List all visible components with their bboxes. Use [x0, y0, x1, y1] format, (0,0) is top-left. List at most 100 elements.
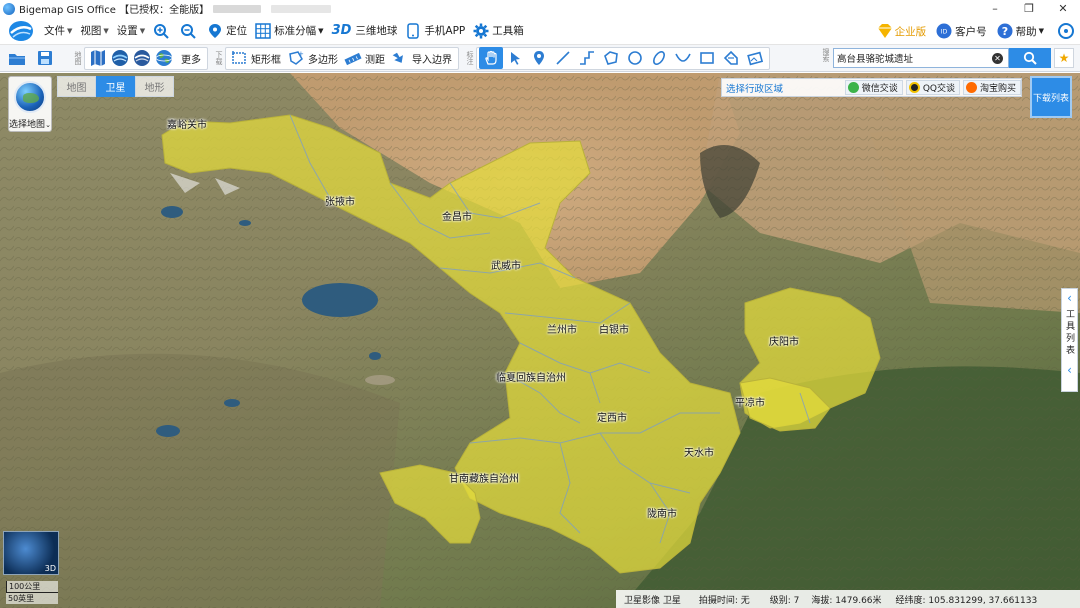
chevron-left-icon: ‹	[1067, 291, 1072, 305]
earth-icon	[155, 50, 173, 66]
select-map-button[interactable]: 选择地图⌄	[8, 76, 52, 132]
menu-view[interactable]: 视图 ▼	[80, 23, 108, 38]
download-list-button[interactable]: 下载列表	[1030, 76, 1072, 118]
pan-tool-button[interactable]	[479, 47, 503, 69]
save-button[interactable]	[34, 47, 56, 69]
qq-chat-button[interactable]: QQ交谈	[905, 80, 960, 95]
image-tool-button[interactable]	[743, 47, 767, 69]
favorite-button[interactable]: ★	[1054, 48, 1074, 68]
circle-tool-button[interactable]	[623, 47, 647, 69]
basemap-globe-3-button[interactable]	[153, 47, 175, 69]
search-button[interactable]	[1009, 48, 1051, 68]
city-label-dingxi[interactable]: 定西市	[597, 409, 627, 424]
taobao-buy-button[interactable]: 淘宝购买	[962, 80, 1021, 95]
select-region-button[interactable]: 选择行政区域	[726, 81, 842, 95]
label-tool-button[interactable]	[719, 47, 743, 69]
line-icon	[556, 51, 570, 65]
minimize-button[interactable]: –	[978, 0, 1012, 17]
basemap-globe-1-button[interactable]	[109, 47, 131, 69]
maximize-button[interactable]: ❐	[1012, 0, 1046, 17]
measure-button[interactable]: 测距	[365, 51, 385, 66]
mark-group-label: 标注	[466, 51, 474, 65]
basemap-group: 更多	[84, 46, 208, 70]
zoom-level: 级别: 7	[769, 595, 800, 606]
basemap-layers-button[interactable]	[87, 47, 109, 69]
city-label-longnan[interactable]: 陇南市	[647, 505, 677, 520]
phone-icon	[405, 22, 421, 39]
3d-globe-toggle[interactable]: 3D	[3, 531, 59, 575]
ellipse-tool-button[interactable]	[647, 47, 671, 69]
hand-icon	[485, 50, 497, 65]
polyline-tool-button[interactable]	[575, 47, 599, 69]
help-button[interactable]: ? 帮助 ▼	[997, 23, 1044, 39]
import-boundary-button[interactable]: 导入边界	[412, 51, 452, 66]
city-label-linxia[interactable]: 临夏回族自治州	[496, 369, 566, 384]
rect-frame-icon	[228, 47, 250, 69]
city-label-qingyang[interactable]: 庆阳市	[769, 333, 799, 348]
search-icon	[1023, 51, 1037, 65]
city-label-wuwei[interactable]: 武威市	[491, 257, 521, 272]
city-label-zhangye[interactable]: 张掖市	[325, 193, 355, 208]
circle-icon	[628, 51, 642, 65]
satellite-imagery[interactable]	[0, 73, 1080, 608]
more-basemaps-button[interactable]: 更多	[181, 51, 201, 66]
ellipse-icon	[653, 51, 665, 65]
tab-terrain[interactable]: 地形	[135, 76, 174, 97]
location-pin-icon	[207, 23, 223, 39]
close-button[interactable]: ✕	[1046, 0, 1080, 17]
locate-label: 定位	[226, 25, 248, 37]
locate-button[interactable]: 定位	[207, 23, 247, 39]
basemap-globe-2-button[interactable]	[131, 47, 153, 69]
zoom-out-button[interactable]	[180, 23, 199, 39]
wechat-chat-button[interactable]: 微信交谈	[844, 80, 903, 95]
rect-frame-button[interactable]: 矩形框	[251, 51, 281, 66]
download-group: 矩形框 + 多边形 测距 导入边界	[225, 46, 459, 70]
city-label-pingliang[interactable]: 平凉市	[735, 394, 765, 409]
tab-satellite[interactable]: 卫星	[96, 76, 135, 97]
scale-km: 100公里	[6, 581, 58, 593]
crosshair-icon[interactable]	[1058, 23, 1074, 39]
menu-settings-label: 设置	[116, 25, 138, 37]
tab-map[interactable]: 地图	[57, 76, 96, 97]
select-tool-button[interactable]	[503, 47, 527, 69]
map-canvas[interactable]: 嘉峪关市 张掖市 金昌市 武威市 兰州市 白银市 庆阳市 临夏回族自治州 平凉市…	[0, 73, 1080, 608]
toolbox-button[interactable]: 工具箱	[473, 23, 524, 39]
grid-button[interactable]: 标准分幅 ▼	[255, 22, 324, 39]
wechat-icon	[847, 82, 859, 93]
folder-icon	[9, 53, 25, 65]
city-label-gannan[interactable]: 甘南藏族自治州	[449, 470, 519, 485]
chevron-down-icon: ▼	[67, 26, 73, 35]
zoom-in-button[interactable]	[153, 23, 172, 39]
zoom-out-icon	[180, 23, 196, 39]
city-label-lanzhou[interactable]: 兰州市	[547, 321, 577, 336]
enterprise-button[interactable]: 企业版	[876, 23, 926, 39]
search-group-label: 搜索	[822, 48, 830, 62]
menu-settings[interactable]: 设置 ▼	[117, 23, 145, 38]
customer-button[interactable]: ID 客户号	[936, 23, 987, 39]
polygon-button[interactable]: 多边形	[308, 51, 338, 66]
tools-list-panel-toggle[interactable]: ‹ 工具列表 ‹	[1061, 288, 1078, 392]
map-type-tabs: 地图 卫星 地形	[57, 76, 174, 97]
city-label-tianshui[interactable]: 天水市	[684, 444, 714, 459]
menu-file[interactable]: 文件 ▼	[44, 23, 72, 38]
line-tool-button[interactable]	[551, 47, 575, 69]
rectangle-tool-button[interactable]	[695, 47, 719, 69]
city-label-baiyin[interactable]: 白银市	[599, 321, 629, 336]
city-label-jinchang[interactable]: 金昌市	[442, 208, 472, 223]
lake-4	[156, 425, 180, 437]
polygon-tool-button[interactable]	[599, 47, 623, 69]
help-label: 帮助	[1015, 25, 1037, 38]
status-bar: 卫星影像 卫星 拍摄时间: 无 级别: 7 海拔: 1479.66米 经纬度: …	[616, 590, 1080, 608]
window-title: Bigemap GIS Office 【已授权：全能版】	[19, 5, 210, 16]
mobile-app-button[interactable]: 手机APP	[405, 22, 465, 39]
lake-2	[239, 220, 251, 226]
city-label-jiayuguan[interactable]: 嘉峪关市	[167, 116, 207, 131]
search-input[interactable]	[837, 52, 987, 64]
open-folder-button[interactable]	[6, 47, 28, 69]
clear-search-button[interactable]: ✕	[992, 52, 1003, 64]
chevron-down-icon: ▼	[103, 26, 109, 35]
arc-tool-button[interactable]	[671, 47, 695, 69]
globe-icon	[134, 50, 150, 66]
marker-tool-button[interactable]	[527, 47, 551, 69]
three-d-earth-button[interactable]: 3D 三维地球	[332, 23, 398, 38]
